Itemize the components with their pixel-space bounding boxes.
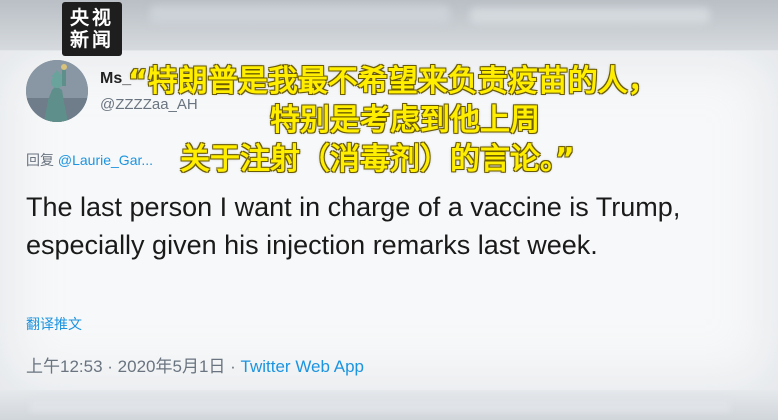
statue-of-liberty-icon (26, 60, 88, 122)
translate-tweet-link[interactable]: 翻译推文 (26, 314, 82, 334)
logo-line-1: 央视 (69, 7, 114, 29)
blurred-background-text (150, 6, 450, 24)
logo-line-2: 新闻 (69, 29, 114, 51)
separator-dot: · (107, 357, 118, 376)
subtitle-line-3: 关于注射（消毒剂）的言论。” (180, 142, 575, 177)
tweet-source-link[interactable]: Twitter Web App (241, 357, 364, 376)
avatar[interactable] (26, 60, 88, 122)
reply-mention-link[interactable]: @Laurie_Gar... (58, 152, 153, 168)
reply-context: 回复 @Laurie_Gar... (26, 150, 153, 170)
blurred-background-text (470, 8, 710, 24)
reply-label: 回复 (26, 152, 54, 168)
tweet-text: The last person I want in charge of a va… (26, 192, 681, 260)
display-name[interactable]: Ms_ (100, 70, 131, 88)
separator-dot: · (230, 357, 241, 376)
tweet-metadata: 上午12:53 · 2020年5月1日 · Twitter Web App (26, 352, 364, 377)
subtitle-line-2: 特别是考虑到他上周 (270, 103, 540, 138)
subtitle-line-1: “特朗普是我最不希望来负责疫苗的人， (128, 64, 658, 99)
tweet-date[interactable]: 2020年5月1日 (118, 357, 226, 376)
blurred-next-tweet (30, 398, 730, 412)
cctv-news-logo: 央视 新闻 (62, 2, 122, 56)
tweet-time[interactable]: 上午12:53 (26, 357, 103, 376)
